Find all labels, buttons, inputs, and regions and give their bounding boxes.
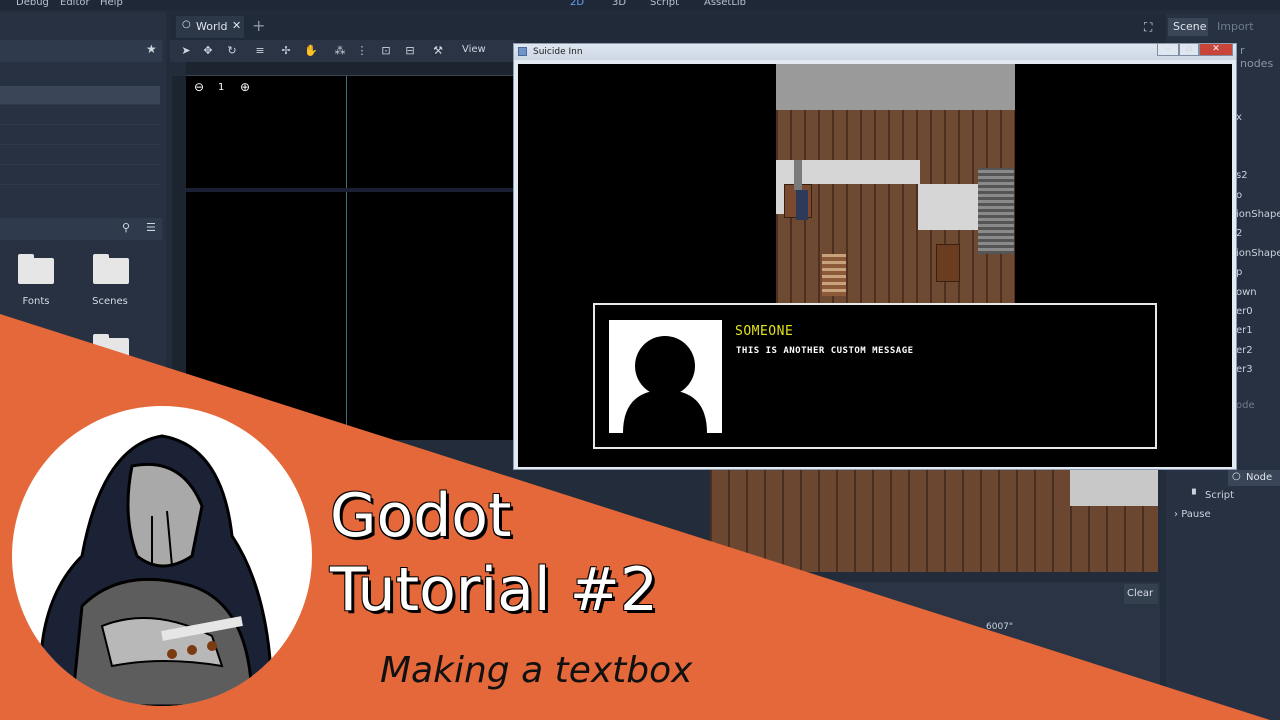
thumbnail-subtitle: Making a textbox <box>380 650 693 691</box>
thumbnail-title-line1: Godot <box>330 481 512 551</box>
avatar <box>12 406 312 706</box>
thumbnail-title-line2: Tutorial #2 <box>330 555 659 625</box>
hooded-knight-illustration <box>38 434 274 706</box>
